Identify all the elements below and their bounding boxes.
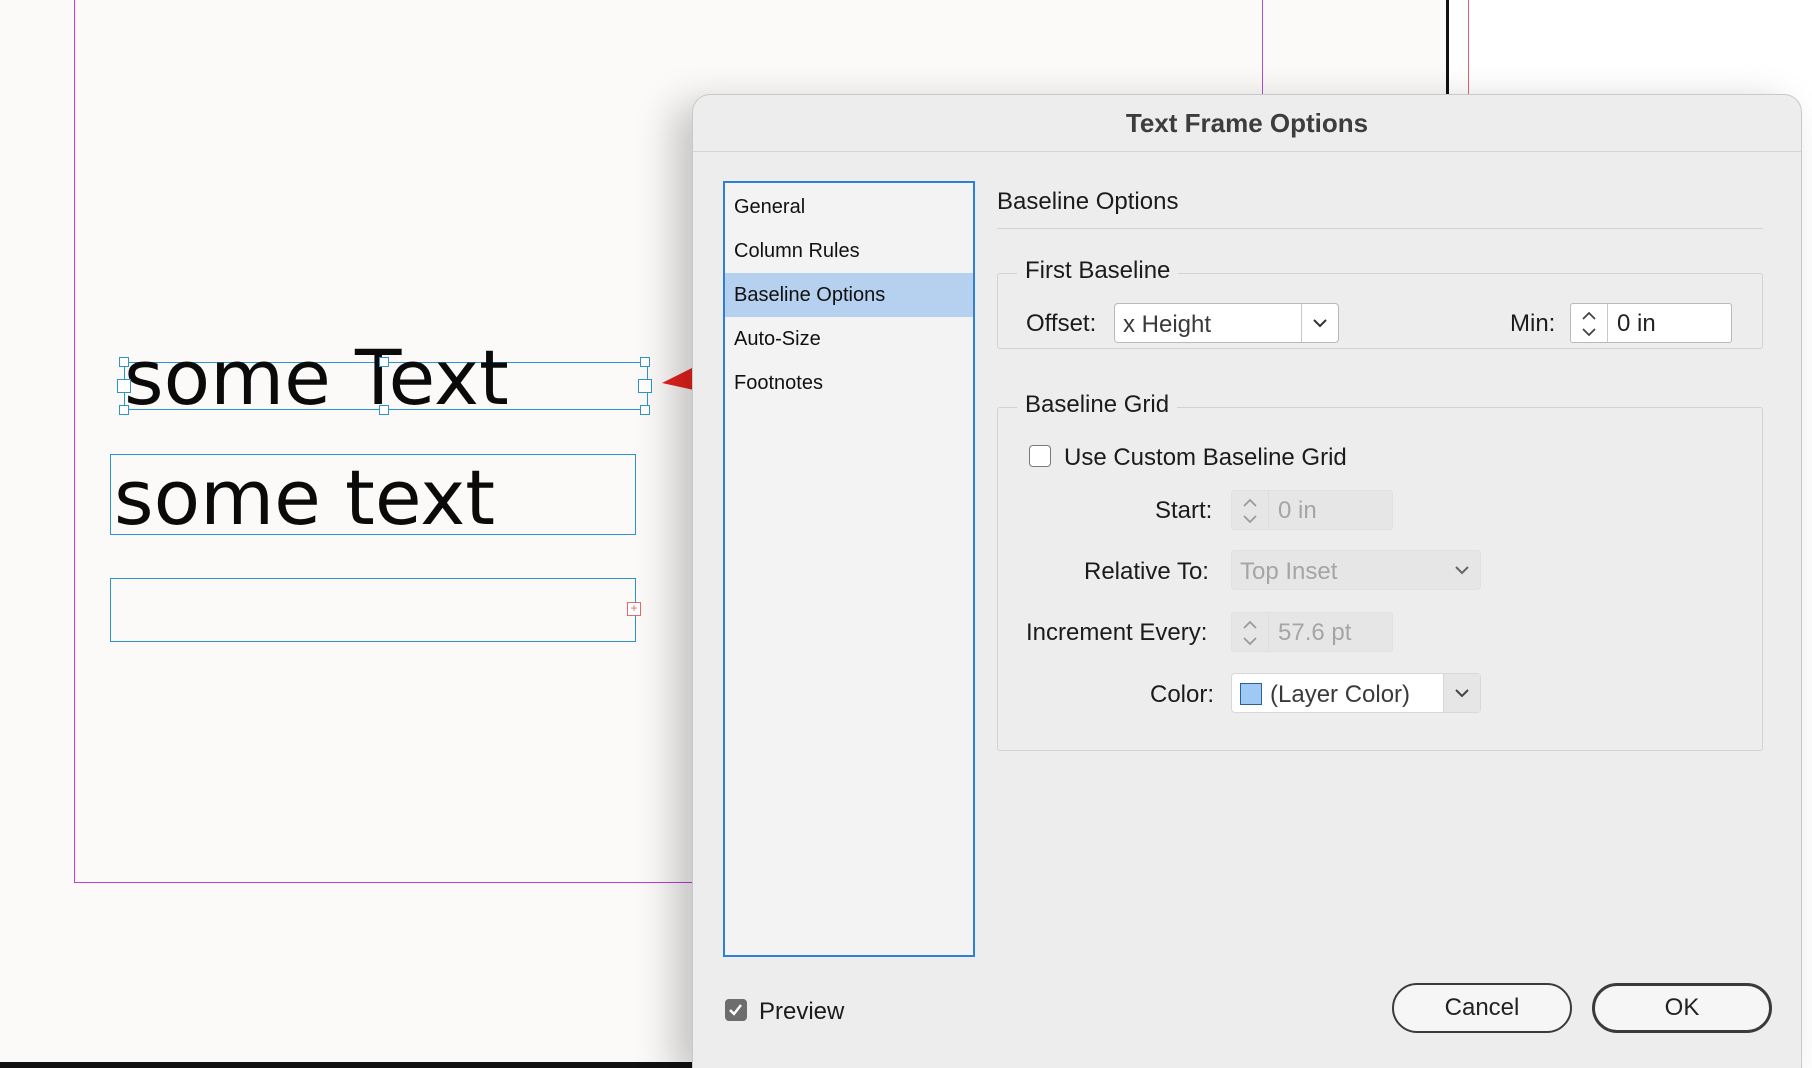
section-divider (997, 228, 1763, 229)
text-frame-options-dialog: Text Frame Options General Column Rules … (692, 94, 1802, 1068)
color-label: Color: (1150, 681, 1215, 708)
color-swatch (1240, 683, 1262, 705)
frame-handle-bm[interactable] (379, 405, 389, 415)
frame-handle-tm[interactable] (379, 357, 389, 367)
text-frame-empty[interactable] (110, 578, 636, 642)
frame-handle-mr[interactable] (638, 379, 652, 393)
start-value: 0 in (1278, 497, 1317, 524)
sidebar-item-column-rules[interactable]: Column Rules (725, 229, 973, 273)
increment-every-stepper[interactable]: 57.6 pt (1231, 612, 1393, 652)
frame-text: some text (114, 453, 496, 542)
section-title: Baseline Options (997, 188, 1179, 215)
preview-checkbox[interactable] (725, 999, 747, 1021)
column-guide (1262, 0, 1263, 96)
ok-button[interactable]: OK (1592, 983, 1772, 1033)
sidebar-item-auto-size[interactable]: Auto-Size (725, 317, 973, 361)
start-label: Start: (1155, 497, 1213, 524)
chevron-down-icon (1301, 304, 1338, 342)
overset-indicator-icon[interactable]: + (627, 602, 641, 616)
color-select[interactable]: (Layer Color) (1231, 673, 1481, 713)
frame-handle-bl[interactable] (119, 405, 129, 415)
min-value: 0 in (1617, 310, 1656, 337)
relative-to-value: Top Inset (1240, 558, 1338, 585)
baseline-grid-legend: Baseline Grid (1017, 391, 1178, 419)
start-stepper[interactable]: 0 in (1231, 490, 1393, 530)
chevron-down-icon (1444, 551, 1480, 589)
use-custom-baseline-checkbox[interactable] (1029, 445, 1051, 467)
sidebar-item-baseline-options[interactable]: Baseline Options (725, 273, 973, 317)
sidebar-item-footnotes[interactable]: Footnotes (725, 361, 973, 405)
preview-label[interactable]: Preview (759, 998, 844, 1026)
min-stepper[interactable]: 0 in (1570, 303, 1732, 343)
sidebar-item-general[interactable]: General (725, 185, 973, 229)
cancel-button[interactable]: Cancel (1392, 983, 1572, 1033)
color-value: (Layer Color) (1270, 681, 1411, 708)
frame-handle-ml[interactable] (117, 379, 131, 393)
offset-label: Offset: (1026, 310, 1097, 337)
increment-every-label: Increment Every: (1026, 619, 1208, 646)
use-custom-baseline-label[interactable]: Use Custom Baseline Grid (1064, 444, 1347, 472)
increment-every-value: 57.6 pt (1278, 619, 1352, 646)
min-label: Min: (1510, 310, 1556, 337)
stepper-arrows-icon[interactable] (1232, 491, 1269, 529)
offset-value: x Height (1123, 311, 1212, 338)
checkmark-icon (729, 1004, 742, 1016)
frame-text: some Text (124, 333, 509, 422)
relative-to-label: Relative To: (1084, 558, 1209, 585)
relative-to-select[interactable]: Top Inset (1231, 550, 1481, 590)
dialog-title: Text Frame Options (693, 95, 1801, 152)
stepper-arrows-icon[interactable] (1232, 613, 1269, 651)
stepper-arrows-icon[interactable] (1571, 304, 1608, 342)
category-list: General Column Rules Baseline Options Au… (723, 181, 975, 957)
frame-handle-tr[interactable] (640, 357, 650, 367)
chevron-down-icon (1443, 674, 1480, 712)
frame-handle-tl[interactable] (119, 357, 129, 367)
offset-select[interactable]: x Height (1114, 303, 1339, 343)
frame-handle-br[interactable] (640, 405, 650, 415)
first-baseline-legend: First Baseline (1017, 257, 1179, 285)
